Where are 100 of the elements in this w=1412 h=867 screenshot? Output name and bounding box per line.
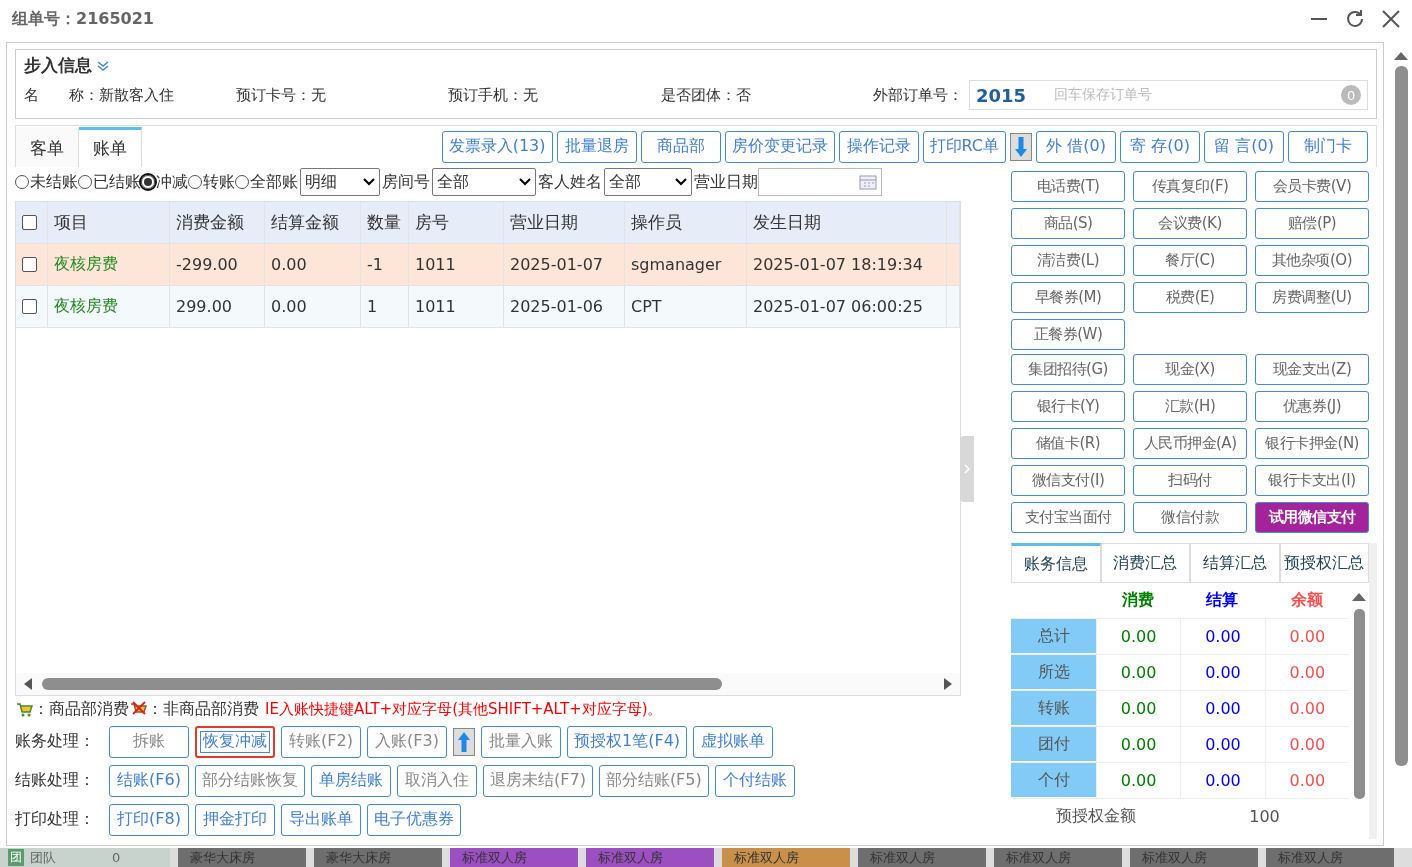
checkbox[interactable] [22,215,37,230]
action-button[interactable]: 导出账单 [281,803,361,836]
charge-button[interactable]: 银行卡押金(N) [1255,428,1369,459]
charge-button[interactable]: 税费(E) [1133,282,1247,313]
action-button[interactable]: 结账(F6) [109,764,189,797]
tab[interactable]: 消费汇总 [1100,543,1190,583]
checkbox[interactable] [22,257,37,272]
down-arrow-button[interactable] [1010,132,1032,161]
toolbar-button[interactable]: 寄 存(0) [1120,130,1200,163]
table-cell: 0.00 [1289,699,1326,718]
table-cell: 0.00 [1120,771,1157,790]
filter-label: 房间号 [382,171,430,193]
radio-option[interactable]: 全部账 [235,171,298,193]
tab[interactable]: 账务信息 [1011,543,1101,583]
window-title: 组单号：2165021 [12,8,155,30]
date-field[interactable] [758,168,882,196]
action-button[interactable]: 押金打印 [195,803,275,836]
scroll-left-icon[interactable] [24,678,32,690]
caret-icon [675,178,687,186]
charge-button[interactable]: 电话费(T) [1011,171,1125,202]
charge-button[interactable]: 其他杂项(O) [1255,245,1369,276]
charge-button[interactable]: 早餐券(M) [1011,282,1125,313]
charge-button[interactable]: 优惠券(J) [1255,391,1369,422]
charge-button[interactable]: 集团招待(G) [1011,354,1125,385]
table-cell: 夜核房费 [54,254,118,275]
charge-button[interactable]: 餐厅(C) [1133,245,1247,276]
charge-button[interactable]: 会员卡费(V) [1255,171,1369,202]
radio-option[interactable]: 转账 [188,171,235,193]
refresh-icon[interactable] [1344,8,1366,30]
room-select[interactable]: 全部 [432,168,536,196]
room-tile[interactable]: 标准双人房 [722,848,850,867]
toolbar-button[interactable]: 批量退房 [556,130,637,163]
action-button[interactable]: 恢复冲减 [195,725,275,758]
scroll-right-icon[interactable] [944,678,952,690]
table-cell: 299.00 [176,297,232,316]
tab[interactable]: 预授权汇总 [1279,543,1369,583]
table-cell: 0.00 [1289,663,1326,682]
order-number-field[interactable]: 2015 回车保存订单号 0 [968,80,1368,110]
toolbar-button[interactable]: 商品部 [640,130,721,163]
action-button[interactable]: 虚拟账单 [693,725,774,758]
charge-button[interactable]: 银行卡(Y) [1011,391,1125,422]
charge-button[interactable]: 储值卡(R) [1011,428,1125,459]
checkbox[interactable] [22,299,37,314]
charge-button[interactable]: 清洁费(L) [1011,245,1125,276]
charge-button[interactable]: 房费调整(U) [1255,282,1369,313]
tab[interactable]: 客单 [16,127,79,167]
column-header: 余额 [1290,590,1323,611]
charge-button[interactable]: 赔偿(P) [1255,208,1369,239]
toolbar-button[interactable]: 留 言(0) [1204,130,1284,163]
shortcut-hint: IE入账快捷键ALT+对应字母(其他SHIFT+ALT+对应字母)。 [265,699,663,719]
guest-select[interactable]: 全部 [604,168,692,196]
charge-button[interactable]: 微信付款 [1133,502,1247,533]
toolbar-button[interactable]: 外 借(0) [1036,130,1116,163]
charge-button[interactable]: 扫码付 [1133,465,1247,496]
column-header: 项目 [48,202,170,243]
up-arrow-button[interactable] [453,727,475,756]
radio-option[interactable]: 冲减 [141,171,188,193]
cart-icon [15,700,33,718]
row-header: 总计 [1011,619,1096,654]
action-button[interactable]: 个付结账 [714,764,795,797]
toolbar-button[interactable]: 制门卡 [1288,130,1368,163]
tab[interactable]: 账单 [79,127,142,167]
chevron-down-icon[interactable] [96,59,110,72]
toolbar-button[interactable]: 房价变更记录 [724,130,835,163]
action-button[interactable]: 预授权1笔(F4) [567,725,688,758]
action-button[interactable]: 电子优惠券 [367,803,461,836]
table-row[interactable]: 夜核房费 299.00 0.00 1 1011 2025-01-06 CPT 2025-01-07 06:00:25 [16,286,960,328]
close-icon[interactable] [1380,8,1402,30]
action-button[interactable]: 打印(F8) [109,803,189,836]
charge-button[interactable]: 银行卡支出(I) [1255,465,1369,496]
charge-button[interactable]: 商品(S) [1011,208,1125,239]
row-label: 打印处理： [15,809,96,830]
table-cell: 0.00 [1205,663,1241,682]
toolbar-button[interactable]: 打印RC单 [922,130,1006,163]
toolbar-button[interactable]: 发票录入(13) [441,130,553,163]
toolbar-button[interactable]: 操作记录 [838,130,919,163]
charge-button[interactable]: 支付宝当面付 [1011,502,1125,533]
scroll-up-icon[interactable] [1352,593,1366,601]
collapse-handle[interactable] [960,436,974,502]
table-cell: -1 [367,255,383,274]
table-cell: 0.00 [1205,771,1241,790]
scroll-up-icon[interactable] [1394,52,1408,60]
charge-button[interactable]: 正餐券(W) [1011,319,1125,350]
charge-button[interactable]: 试用微信支付 [1255,502,1369,533]
charge-button[interactable]: 现金支出(Z) [1255,354,1369,385]
charge-button[interactable]: 传真复印(F) [1133,171,1247,202]
charge-button[interactable]: 现金(X) [1133,354,1247,385]
charge-button[interactable]: 汇款(H) [1133,391,1247,422]
detail-select[interactable]: 明细 [300,168,380,196]
horizontal-scrollbar[interactable] [16,673,960,695]
table-row[interactable]: 夜核房费 -299.00 0.00 -1 1011 2025-01-07 sgmanager 2025-01-07 18:19:34 [16,244,960,286]
charge-button[interactable]: 会议费(K) [1133,208,1247,239]
action-button[interactable]: 单房结账 [311,764,391,797]
tab[interactable]: 结算汇总 [1190,543,1280,583]
radio-option[interactable]: 已结账 [78,171,141,193]
charge-button[interactable]: 微信支付(I) [1011,465,1125,496]
radio-option[interactable]: 未结账 [15,171,78,193]
footer-value: 100 [1249,806,1280,826]
room-group-tile[interactable]: 团 团队 0 [0,848,170,867]
charge-button[interactable]: 人民币押金(A) [1133,428,1247,459]
